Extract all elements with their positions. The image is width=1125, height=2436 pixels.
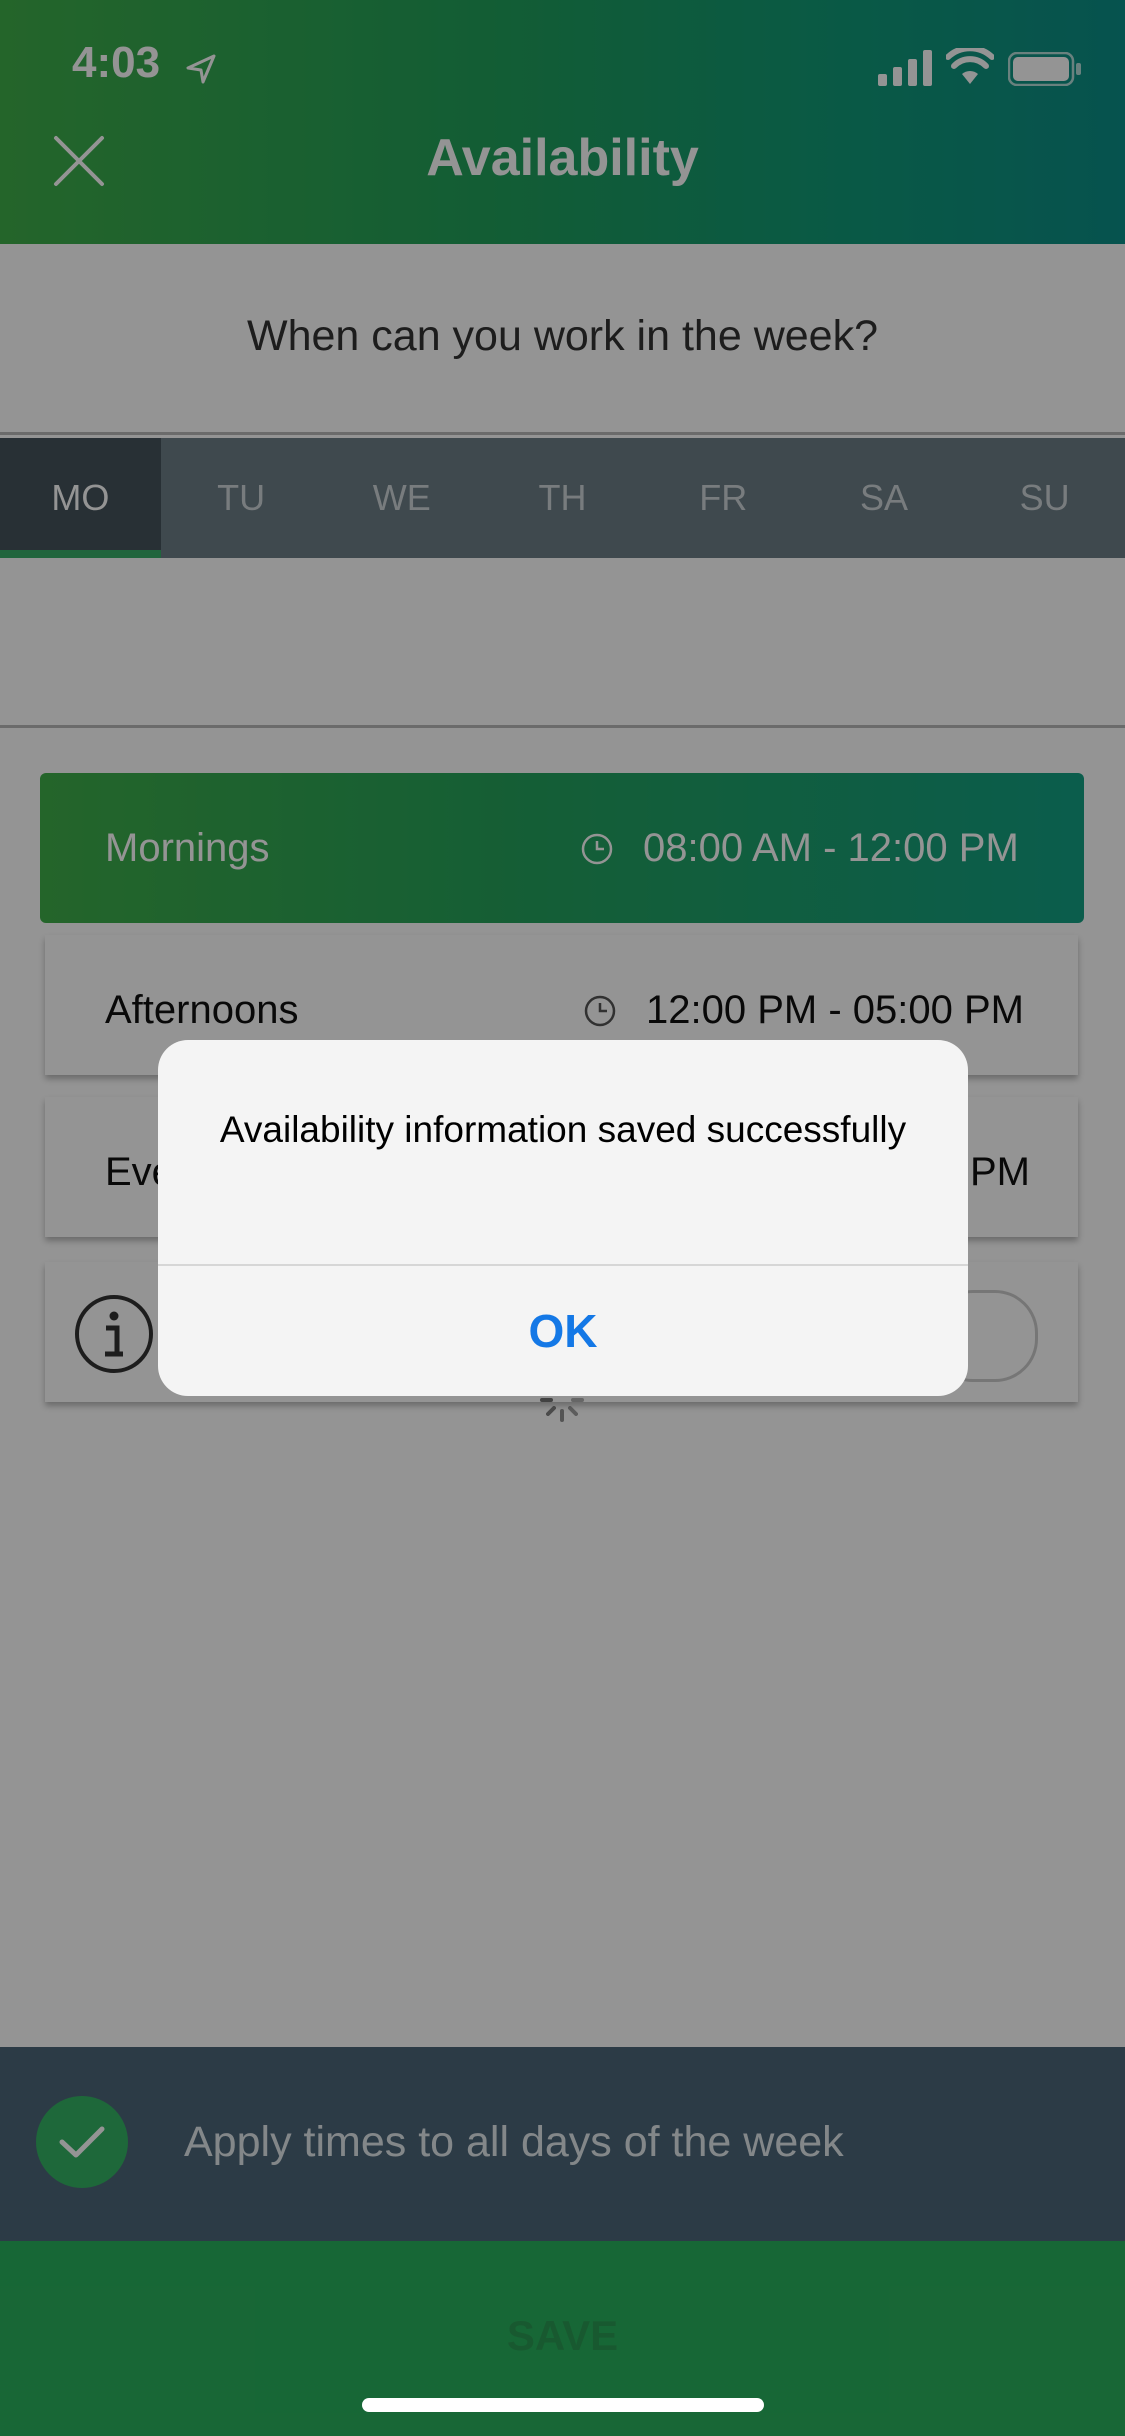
alert-dialog: Availability information saved successfu… <box>158 1040 968 1396</box>
alert-ok-button[interactable]: OK <box>158 1266 968 1396</box>
alert-message: Availability information saved successfu… <box>219 1109 907 1150</box>
home-indicator[interactable] <box>362 2398 764 2412</box>
